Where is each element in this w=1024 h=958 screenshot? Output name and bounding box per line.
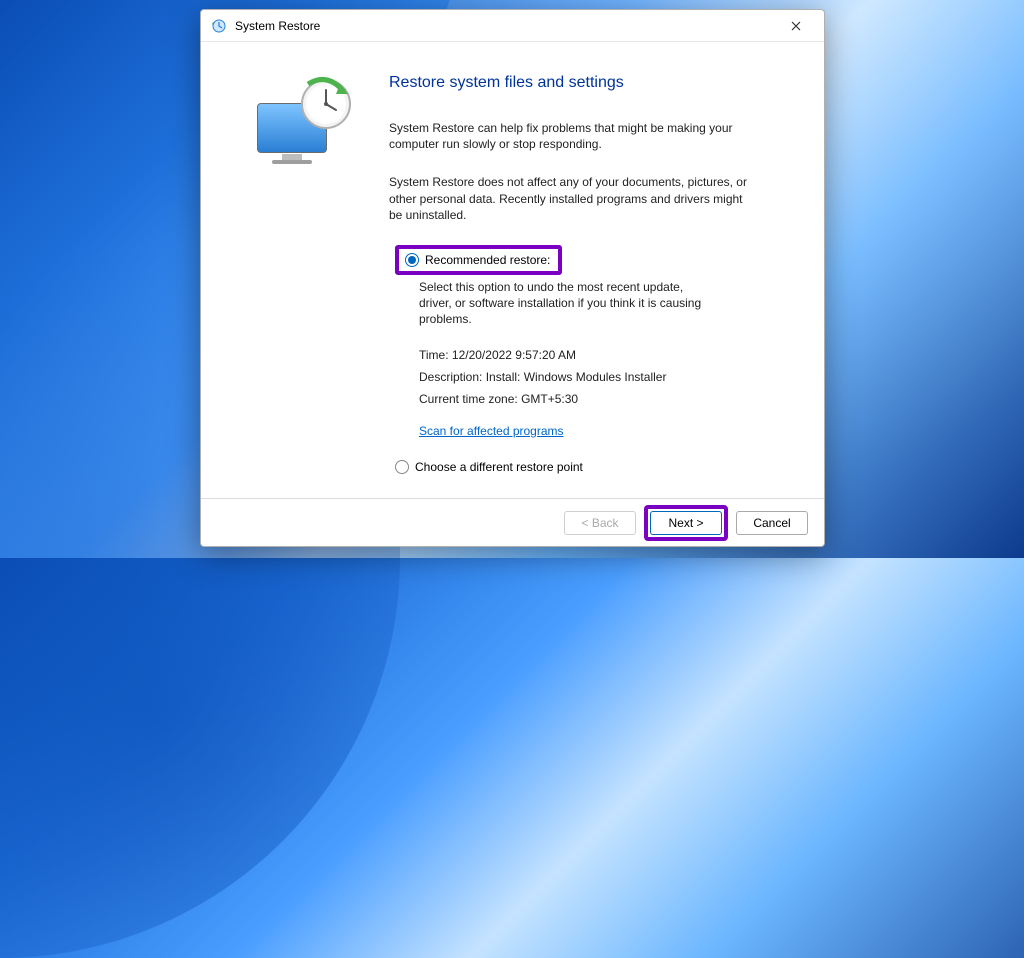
wizard-artwork [223,54,383,490]
recommended-subdesc: Select this option to undo the most rece… [419,279,719,328]
choose-different-row[interactable]: Choose a different restore point [395,460,796,474]
system-restore-icon [211,18,227,34]
radio-choose-different[interactable] [395,460,409,474]
close-button[interactable] [776,12,816,40]
next-highlight: Next > [644,505,728,541]
restore-description: Description: Install: Windows Modules In… [419,370,796,384]
next-button[interactable]: Next > [650,511,722,535]
system-restore-dialog: System Restore [200,9,825,547]
main-panel: Restore system files and settings System… [383,54,802,490]
content-area: Restore system files and settings System… [201,42,824,498]
page-heading: Restore system files and settings [389,74,796,92]
recommended-restore-label[interactable]: Recommended restore: [425,253,550,267]
restore-timezone: Current time zone: GMT+5:30 [419,392,796,406]
cancel-button[interactable]: Cancel [736,511,808,535]
recommended-highlight: Recommended restore: [395,245,562,275]
close-icon [791,21,801,31]
window-title: System Restore [235,19,776,33]
choose-different-label: Choose a different restore point [415,460,583,474]
intro-paragraph-1: System Restore can help fix problems tha… [389,120,759,152]
footer-buttons: < Back Next > Cancel [201,498,824,546]
back-button: < Back [564,511,636,535]
scan-affected-programs-link[interactable]: Scan for affected programs [419,424,564,438]
restore-time: Time: 12/20/2022 9:57:20 AM [419,348,796,362]
intro-paragraph-2: System Restore does not affect any of yo… [389,174,759,223]
radio-recommended[interactable] [405,253,419,267]
titlebar: System Restore [201,10,824,42]
